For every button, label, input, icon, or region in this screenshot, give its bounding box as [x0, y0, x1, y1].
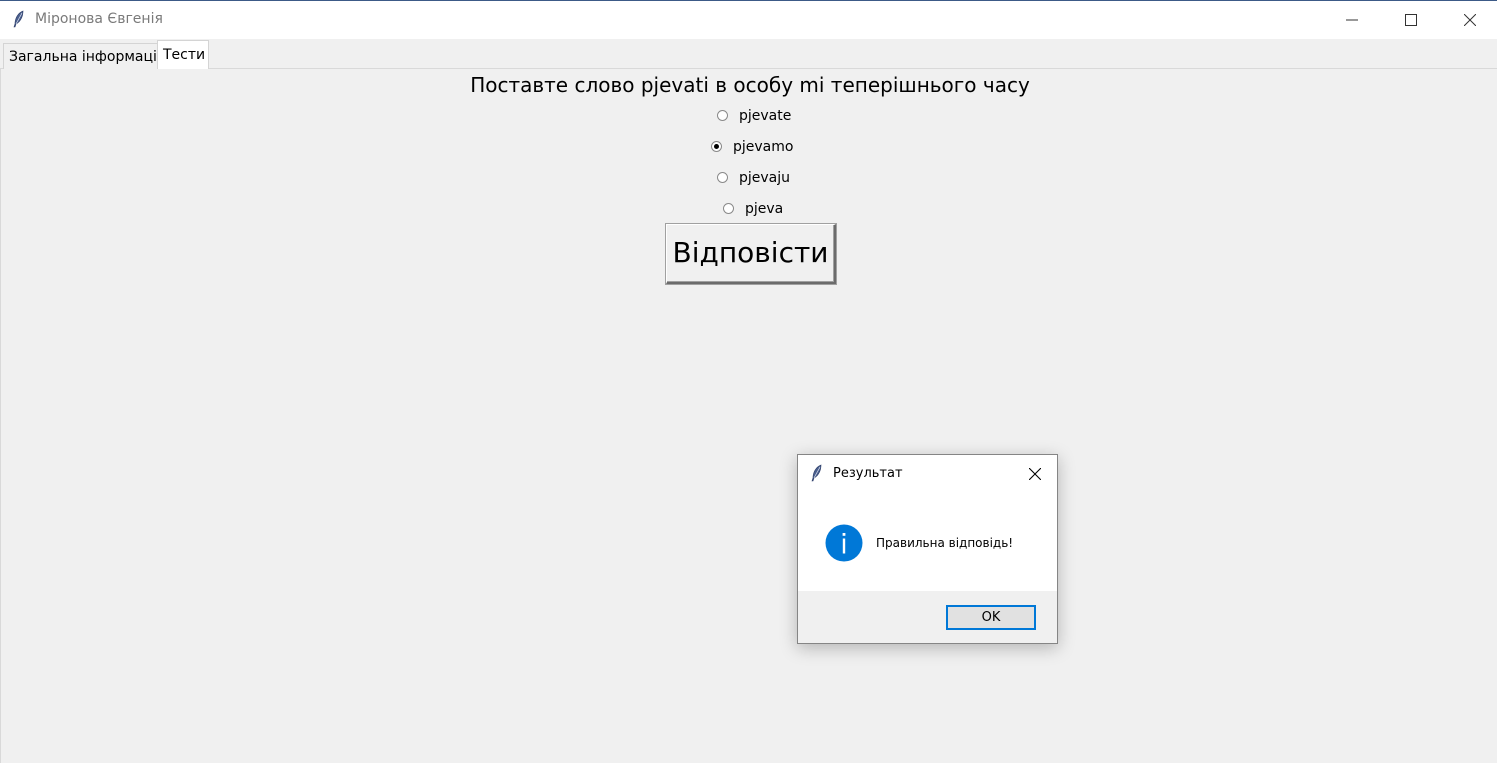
- radio-button[interactable]: [723, 203, 734, 214]
- content-border: [0, 68, 1, 763]
- dialog-message: Правильна відповідь!: [876, 536, 1014, 550]
- dialog-close-button[interactable]: [1020, 463, 1050, 485]
- dialog-footer: OK: [798, 591, 1057, 643]
- maximize-icon: [1405, 14, 1417, 26]
- minimize-icon: [1346, 19, 1358, 21]
- result-dialog: Результат Правильна відповідь! OK: [797, 454, 1058, 644]
- ok-button[interactable]: OK: [946, 605, 1036, 630]
- tab-general-info[interactable]: Загальна інформація: [3, 43, 165, 69]
- close-button[interactable]: [1447, 1, 1493, 39]
- dialog-title-bar[interactable]: Результат: [798, 455, 1057, 491]
- dialog-title: Результат: [833, 466, 903, 481]
- option-label: pjevate: [739, 108, 792, 124]
- answer-button[interactable]: Відповісти: [666, 224, 836, 284]
- option-label: pjeva: [745, 201, 784, 217]
- maximize-button[interactable]: [1388, 1, 1434, 39]
- radio-button[interactable]: [717, 110, 728, 121]
- radio-button-checked[interactable]: [711, 141, 722, 152]
- close-icon: [1029, 468, 1041, 480]
- option-label: pjevaju: [739, 170, 791, 186]
- title-bar[interactable]: Міронова Євгенія: [0, 1, 1497, 39]
- tk-feather-icon: [811, 464, 822, 482]
- tk-feather-icon: [13, 10, 24, 28]
- app-window: Міронова Євгенія Загальна інформація Тес…: [0, 0, 1497, 763]
- tab-tests[interactable]: Тести: [157, 40, 209, 69]
- tab-bar: Загальна інформація Тести: [0, 39, 1497, 69]
- option-label: pjevamo: [733, 139, 794, 155]
- close-icon: [1464, 14, 1476, 26]
- info-icon: [825, 524, 863, 562]
- minimize-button[interactable]: [1329, 1, 1375, 39]
- question-text: Поставте слово pjevati в особу mi тепері…: [470, 73, 1030, 97]
- radio-button[interactable]: [717, 172, 728, 183]
- window-title: Міронова Євгенія: [35, 11, 163, 27]
